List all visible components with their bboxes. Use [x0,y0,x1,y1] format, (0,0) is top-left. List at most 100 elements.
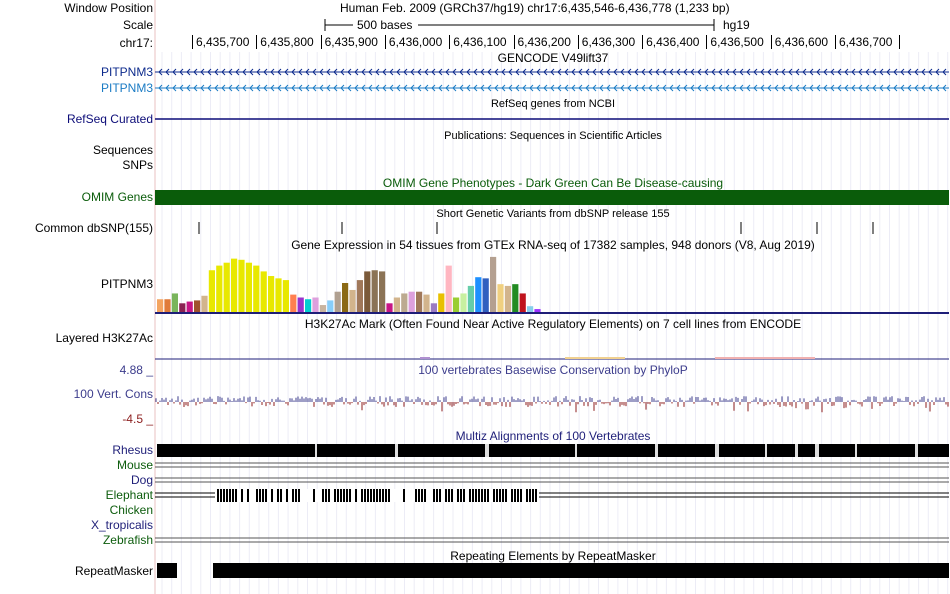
gtex-tissue-bar [467,285,474,312]
gtex-tissue-bar [268,276,275,312]
repeat-element [213,563,949,578]
gtex-tissue-bar [312,297,319,312]
gtex-title: Gene Expression in 54 tissues from GTEx … [291,238,815,252]
gtex-tissue-bar [416,291,423,312]
gtex-tissue-bar [393,297,400,312]
phylop-max-label: 4.88 _ [119,363,153,377]
rmsk-label[interactable]: RepeatMasker [75,564,153,578]
gtex-tissue-bar [238,259,245,312]
multiz-alignments[interactable] [155,443,949,548]
phylop-min-label: -4.5 _ [122,412,153,426]
ruler-tick: 6,436,200 [513,35,571,49]
gtex-tissue-bar [401,293,408,312]
rmsk-elements[interactable] [155,563,949,578]
ruler-tick: 6,436,000 [384,35,442,49]
gtex-tissue-bar [527,306,534,312]
gtex-expression-chart[interactable] [155,252,949,314]
gtex-tissue-bar [364,271,371,312]
refseq-title: RefSeq genes from NCBI [490,98,616,110]
gtex-tissue-bar [179,303,186,312]
ruler-tick: 6,436,700 [835,35,892,49]
ruler-tick-end [899,35,901,49]
gtex-tissue-bar [453,297,460,312]
h3k27ac-label[interactable]: Layered H3K27Ac [56,331,153,345]
gtex-tissue-bar [245,262,252,312]
gtex-tissue-bar [216,265,223,312]
gtex-tissue-bar [460,293,467,312]
gtex-tissue-bar [408,291,415,312]
multiz-species-x_tropicalis[interactable]: X_tropicalis [91,518,153,532]
gtex-tissue-bar [327,300,334,312]
gtex-tissue-bar [349,289,356,312]
gtex-tissue-bar [430,303,437,312]
gtex-tissue-bar [512,284,519,312]
h3k27ac-signal[interactable] [155,331,949,361]
gtex-tissue-bar [475,277,482,312]
omim-gene-bar[interactable] [155,190,949,205]
gtex-tissue-bar [490,256,497,312]
phylop-title: 100 vertebrates Basewise Conservation by… [418,363,688,377]
gtex-tissue-bar [223,262,230,312]
gtex-tissue-bar [386,303,393,312]
dbsnp-variants[interactable] [155,221,949,235]
phylop-label[interactable]: 100 Vert. Cons [74,387,153,401]
gtex-tissue-bar [504,285,511,312]
dbsnp-label[interactable]: Common dbSNP(155) [35,221,153,235]
omim-label[interactable]: OMIM Genes [82,190,153,204]
gencode-gene-models[interactable] [155,64,949,96]
gtex-tissue-bar [482,278,489,312]
gtex-tissue-bar [231,258,238,312]
gtex-tissue-bar [171,293,178,312]
dbsnp-title: Short Genetic Variants from dbSNP releas… [436,208,670,220]
gtex-tissue-bar [534,309,541,312]
base-position-ruler[interactable]: 6,435,700 6,435,800 6,435,900 6,436,000 6,43… [0,35,950,51]
multiz-species-elephant[interactable]: Elephant [106,488,153,502]
ruler-tick: 6,436,600 [770,35,828,49]
multiz-species-chicken[interactable]: Chicken [110,503,153,517]
sequences-label[interactable]: Sequences [93,143,153,157]
ruler-tick: 6,436,100 [449,35,507,49]
gtex-tissue-bar [282,280,289,312]
gtex-tissue-bar [186,301,193,312]
ruler-tick: 6,436,400 [642,35,699,49]
ruler-tick: 6,436,500 [706,35,764,49]
gtex-tissue-bar [445,265,452,312]
multiz-species-zebrafish[interactable]: Zebrafish [103,533,153,547]
gtex-tissue-bar [438,293,445,312]
snps-label[interactable]: SNPs [122,158,153,172]
gtex-tissue-bar [194,300,201,312]
gencode-gene-label-2[interactable]: PITPNM3 [101,81,153,95]
gtex-tissue-bar [334,291,341,312]
omim-title: OMIM Gene Phenotypes - Dark Green Can Be… [382,176,724,190]
phylop-conservation-plot[interactable] [155,380,949,430]
ruler-tick: 6,435,700 [192,35,249,49]
ruler-tick: 6,435,800 [256,35,314,49]
multiz-species-dog[interactable]: Dog [131,473,153,487]
gtex-tissue-bar [253,265,260,312]
gtex-tissue-bar [342,283,349,312]
gtex-tissue-bar [305,299,312,312]
gtex-label[interactable]: PITPNM3 [101,277,153,291]
gtex-tissue-bar [208,270,215,312]
gtex-tissue-bar [297,297,304,312]
gtex-tissue-bar [290,294,297,312]
multiz-title: Multiz Alignments of 100 Vertebrates [455,429,651,443]
refseq-gene-line[interactable] [155,112,949,126]
gencode-title: GENCODE V49lift37 [497,51,609,65]
gtex-tissue-bar [423,294,430,312]
multiz-species-mouse[interactable]: Mouse [117,458,153,472]
rmsk-title: Repeating Elements by RepeatMasker [450,549,656,563]
refseq-label[interactable]: RefSeq Curated [67,112,153,126]
gtex-tissue-bar [356,280,363,312]
publications-title: Publications: Sequences in Scientific Ar… [444,130,662,142]
gtex-tissue-bar [201,295,208,312]
gtex-tissue-bar [260,271,267,312]
repeat-element [157,563,177,578]
scale-bar [324,19,715,31]
multiz-species-rhesus[interactable]: Rhesus [112,443,153,457]
gtex-tissue-bar [275,278,282,312]
gtex-tissue-bar [319,305,326,312]
gtex-tissue-bar [519,293,526,312]
gencode-gene-label-1[interactable]: PITPNM3 [101,65,153,79]
alignment-block-rhesus [157,444,949,457]
